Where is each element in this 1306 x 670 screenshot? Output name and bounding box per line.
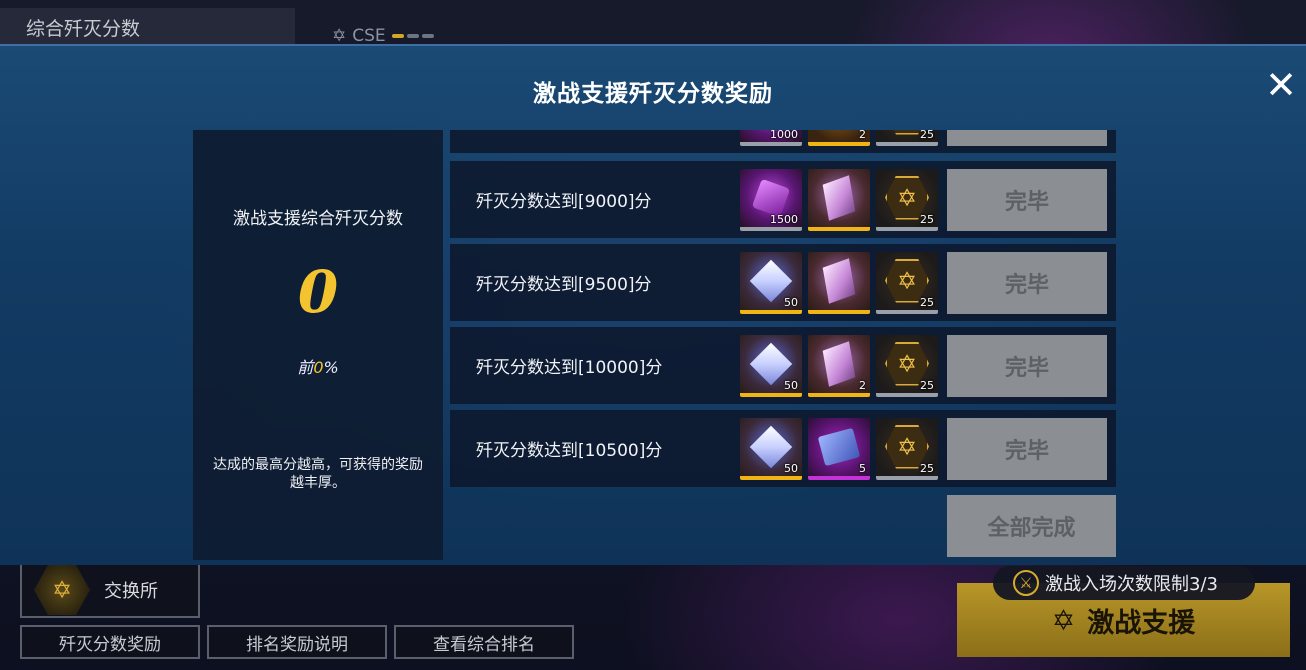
reward-item[interactable]: 50 — [740, 334, 802, 397]
page-title: 综合歼灭分数 — [0, 8, 295, 44]
reward-item[interactable] — [808, 251, 870, 314]
exchange-button[interactable]: ✡ 交换所 — [20, 562, 200, 618]
cse-indicator: ✡ CSE — [332, 26, 434, 46]
claim-status-button[interactable]: 完毕 — [947, 417, 1107, 480]
exchange-label: 交换所 — [104, 581, 158, 602]
reward-items: 1000 2 25 — [740, 130, 938, 146]
claim-status-button[interactable] — [947, 130, 1107, 146]
star-of-david-icon: ✡ — [332, 26, 347, 46]
reward-condition: 歼灭分数达到[10500]分 — [476, 441, 663, 461]
star-of-david-icon: ✡ — [1051, 603, 1076, 637]
reward-row: 歼灭分数达到[10500]分 50 5 25 完毕 — [450, 410, 1116, 487]
reward-item[interactable]: 2 — [808, 130, 870, 146]
modal-title: 激战支援歼灭分数奖励 — [533, 81, 773, 107]
reward-item[interactable]: 25 — [876, 334, 938, 397]
reward-item[interactable]: 1500 — [740, 168, 802, 231]
reward-item[interactable]: 2 — [808, 334, 870, 397]
reward-item[interactable]: 25 — [876, 417, 938, 480]
reward-row: 歼灭分数达到[9500]分 50 25 完毕 — [450, 244, 1116, 321]
claim-status-button[interactable]: 完毕 — [947, 334, 1107, 397]
battle-support-label: 激战支援 — [1087, 607, 1196, 639]
close-icon[interactable]: ✕ — [1263, 66, 1299, 104]
rank-value: 0 — [313, 358, 324, 377]
item-count: 50 — [784, 378, 798, 392]
reward-item[interactable]: 5 — [808, 417, 870, 480]
score-description: 达成的最高分越高，可获得的奖励越丰厚。 — [213, 457, 423, 491]
claim-status-button[interactable]: 完毕 — [947, 168, 1107, 231]
rank-percentile: 前0% — [193, 354, 443, 378]
entry-limit-text: 激战入场次数限制3/3 — [1045, 574, 1218, 595]
reward-modal: 激战支援歼灭分数奖励 ✕ 激战支援综合歼灭分数 0 前0% 达成的最高分越高，可… — [0, 44, 1306, 565]
item-count: 25 — [920, 130, 934, 141]
item-count: 1000 — [770, 130, 798, 141]
reward-item[interactable]: 1000 — [740, 130, 802, 146]
item-count: 50 — [784, 295, 798, 309]
reward-item[interactable]: 25 — [876, 168, 938, 231]
reward-item[interactable] — [808, 168, 870, 231]
star-badge-icon: ✡ — [34, 565, 90, 615]
reward-condition: 歼灭分数达到[9000]分 — [476, 192, 652, 212]
reward-row: 歼灭分数达到[10000]分 50 2 25 完毕 — [450, 327, 1116, 404]
reward-row: 1000 2 25 — [450, 130, 1116, 153]
item-count: 25 — [920, 212, 934, 226]
reward-condition: 歼灭分数达到[9500]分 — [476, 275, 652, 295]
reward-item[interactable]: 50 — [740, 417, 802, 480]
item-count: 25 — [920, 461, 934, 475]
reward-items: 50 25 — [740, 251, 938, 314]
item-count: 25 — [920, 378, 934, 392]
reward-items: 1500 25 — [740, 168, 938, 231]
cse-label: CSE — [352, 26, 386, 46]
ranking-reward-info-button[interactable]: 排名奖励说明 — [207, 625, 387, 659]
score-reward-button[interactable]: 歼灭分数奖励 — [20, 625, 200, 659]
item-count: 1500 — [770, 212, 798, 226]
item-count: 2 — [859, 130, 866, 141]
view-overall-ranking-button[interactable]: 查看综合排名 — [394, 625, 574, 659]
crossed-swords-icon: ⚔ — [1013, 570, 1039, 596]
complete-all-button[interactable]: 全部完成 — [947, 495, 1116, 557]
item-count: 50 — [784, 461, 798, 475]
score-value: 0 — [297, 258, 339, 326]
reward-item[interactable]: 50 — [740, 251, 802, 314]
score-panel: 激战支援综合歼灭分数 0 前0% 达成的最高分越高，可获得的奖励越丰厚。 — [193, 130, 443, 560]
reward-items: 50 2 25 — [740, 334, 938, 397]
score-heading: 激战支援综合歼灭分数 — [233, 209, 403, 229]
reward-condition: 歼灭分数达到[10000]分 — [476, 358, 663, 378]
item-count: 2 — [859, 378, 866, 392]
reward-item[interactable]: 25 — [876, 251, 938, 314]
pink-crystal-icon — [808, 168, 870, 227]
reward-items: 50 5 25 — [740, 417, 938, 480]
item-count: 5 — [859, 461, 866, 475]
pink-crystal-icon — [808, 251, 870, 310]
entry-limit-badge: ⚔ 激战入场次数限制3/3 — [993, 566, 1255, 600]
rank-prefix: 前 — [297, 358, 314, 377]
reward-list[interactable]: 1000225歼灭分数达到[9000]分150025完毕歼灭分数达到[9500]… — [450, 130, 1116, 490]
reward-row: 歼灭分数达到[9000]分 1500 25 完毕 — [450, 161, 1116, 238]
claim-status-button[interactable]: 完毕 — [947, 251, 1107, 314]
reward-item[interactable]: 25 — [876, 130, 938, 146]
rank-suffix: % — [323, 358, 339, 377]
item-count: 25 — [920, 295, 934, 309]
page-dots — [391, 34, 434, 38]
